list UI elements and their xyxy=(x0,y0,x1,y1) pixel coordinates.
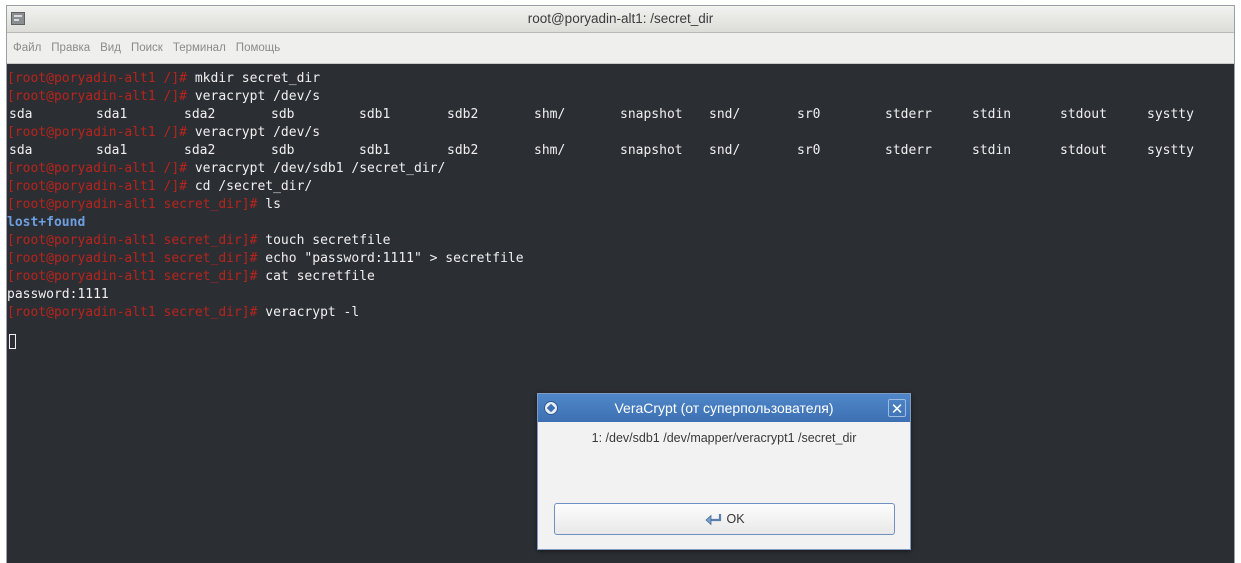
text-cursor xyxy=(9,334,16,349)
completion-line: sda sda1 sda2 sdb sdb1 sdb2 shm/ snapsho… xyxy=(7,142,1234,160)
menu-edit[interactable]: Правка xyxy=(46,33,95,63)
command: touch secretfile xyxy=(265,233,391,248)
prompt: [root@poryadin-alt1 secret_dir]# xyxy=(7,197,266,212)
menu-search[interactable]: Поиск xyxy=(126,33,168,63)
completion-item: sda2 xyxy=(184,107,216,122)
command: veracrypt /dev/s xyxy=(194,89,321,104)
prompt: [root@poryadin-alt1 secret_dir]# xyxy=(7,233,266,248)
completion-item: sda1 xyxy=(96,107,128,122)
terminal-line: [root@poryadin-alt1 secret_dir]# ls xyxy=(7,196,281,214)
cat-output: password:1111 xyxy=(7,287,109,302)
command: mkdir secret_dir xyxy=(194,71,321,86)
completion-line: sda sda1 sda2 sdb sdb1 sdb2 shm/ snapsho… xyxy=(7,106,1234,124)
completion-item: snd/ xyxy=(709,107,741,122)
enter-arrow-icon xyxy=(704,513,724,527)
command: cat secretfile xyxy=(265,269,375,284)
terminal-line: [root@poryadin-alt1 secret_dir]# veracry… xyxy=(7,304,359,322)
title-bar[interactable]: root@poryadin-alt1: /secret_dir xyxy=(7,6,1234,33)
terminal-line: [root@poryadin-alt1 secret_dir]# cat sec… xyxy=(7,268,375,286)
screen: root@poryadin-alt1: /secret_dir Файл Прав… xyxy=(0,0,1241,563)
prompt: [root@poryadin-alt1 secret_dir]# xyxy=(7,305,266,320)
completion-item: sdb1 xyxy=(359,143,391,158)
completion-item: sdb1 xyxy=(359,107,391,122)
command: veracrypt /dev/sdb1 /secret_dir/ xyxy=(194,161,446,176)
prompt: [root@poryadin-alt1 /]# xyxy=(7,71,195,86)
window-title: root@poryadin-alt1: /secret_dir xyxy=(527,11,714,26)
ok-button-content: OK xyxy=(555,504,894,534)
prompt: [root@poryadin-alt1 /]# xyxy=(7,125,195,140)
menu-help[interactable]: Помощь xyxy=(231,33,285,63)
dialog-title-bar[interactable]: VeraCrypt (от суперпользователя) ✕ xyxy=(538,394,910,422)
terminal-line: lost+found xyxy=(7,214,85,232)
ok-button[interactable]: OK xyxy=(554,503,895,535)
completion-item: sdb2 xyxy=(447,143,479,158)
completion-item: shm/ xyxy=(534,107,566,122)
terminal-line: [root@poryadin-alt1 /]# mkdir secret_dir xyxy=(7,70,320,88)
command: cd /secret_dir/ xyxy=(194,179,313,194)
completion-item: sda xyxy=(9,107,33,122)
completion-item: snapshot xyxy=(620,143,683,158)
prompt: [root@poryadin-alt1 secret_dir]# xyxy=(7,269,266,284)
completion-item: stdin xyxy=(972,143,1012,158)
completion-item: stderr xyxy=(885,107,932,122)
completion-item: sr0 xyxy=(797,107,821,122)
dialog-title: VeraCrypt (от суперпользователя) xyxy=(614,400,834,416)
veracrypt-dialog: VeraCrypt (от суперпользователя) ✕ 1: /d… xyxy=(537,393,911,550)
completion-item: snapshot xyxy=(620,107,683,122)
close-icon[interactable]: ✕ xyxy=(888,399,906,418)
terminal-line: [root@poryadin-alt1 /]# veracrypt /dev/s… xyxy=(7,160,445,178)
completion-item: sda xyxy=(9,143,33,158)
command: ls xyxy=(265,197,281,212)
completion-item: sr0 xyxy=(797,143,821,158)
terminal-line: [root@poryadin-alt1 secret_dir]# touch s… xyxy=(7,232,391,250)
prompt: [root@poryadin-alt1 /]# xyxy=(7,161,195,176)
ok-label: OK xyxy=(726,512,745,526)
completion-item: stdin xyxy=(972,107,1012,122)
completion-item: systty xyxy=(1147,107,1194,122)
menu-file[interactable]: Файл xyxy=(8,33,46,63)
completion-item: snd/ xyxy=(709,143,741,158)
command: echo "password:1111" > secretfile xyxy=(265,251,524,266)
prompt: [root@poryadin-alt1 secret_dir]# xyxy=(7,251,266,266)
completion-item: sda2 xyxy=(184,143,216,158)
completion-item: stdout xyxy=(1060,107,1107,122)
menu-bar: Файл Правка Вид Поиск Терминал Помощь xyxy=(7,33,1234,64)
completion-item: stdout xyxy=(1060,143,1107,158)
menu-view[interactable]: Вид xyxy=(95,33,126,63)
completion-item: sda1 xyxy=(96,143,128,158)
prompt: [root@poryadin-alt1 /]# xyxy=(7,89,195,104)
menu-terminal[interactable]: Терминал xyxy=(168,33,231,63)
ls-output: lost+found xyxy=(7,215,86,230)
completion-item: shm/ xyxy=(534,143,566,158)
command: veracrypt -l xyxy=(265,305,360,320)
terminal-line: [root@poryadin-alt1 secret_dir]# echo "p… xyxy=(7,250,524,268)
command: veracrypt /dev/s xyxy=(194,125,321,140)
completion-item: sdb xyxy=(271,107,295,122)
dialog-message: 1: /dev/sdb1 /dev/mapper/veracrypt1 /sec… xyxy=(591,431,857,445)
terminal-line: [root@poryadin-alt1 /]# cd /secret_dir/ xyxy=(7,178,312,196)
completion-item: sdb xyxy=(271,143,295,158)
completion-item: stderr xyxy=(885,143,932,158)
terminal-line: [root@poryadin-alt1 /]# veracrypt /dev/s xyxy=(7,88,320,106)
prompt: [root@poryadin-alt1 /]# xyxy=(7,179,195,194)
terminal-line: password:1111 xyxy=(7,286,109,304)
completion-item: systty xyxy=(1147,143,1194,158)
completion-item: sdb2 xyxy=(447,107,479,122)
terminal-line: [root@poryadin-alt1 /]# veracrypt /dev/s xyxy=(7,124,320,142)
